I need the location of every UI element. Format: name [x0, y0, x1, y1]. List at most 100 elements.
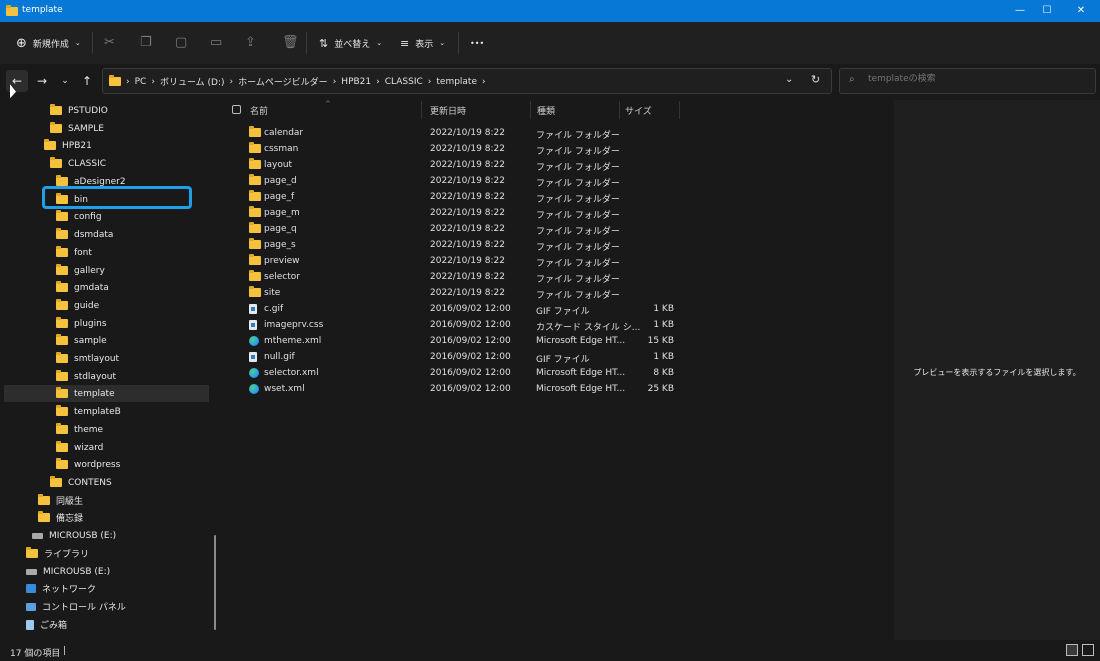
nav-item[interactable]: コントロール パネル	[26, 598, 126, 615]
sort-button[interactable]: ⇅ 並べ替え ⌄	[319, 22, 382, 64]
nav-item-template-selected[interactable]: template	[4, 385, 209, 402]
nav-item[interactable]: smtlayout	[56, 350, 119, 367]
file-row[interactable]: mtheme.xml 2016/09/02 12:00 Microsoft Edge…	[246, 333, 686, 349]
close-button[interactable]: ✕	[1066, 0, 1096, 22]
cut-icon[interactable]: ✂	[104, 35, 115, 50]
breadcrumb-item[interactable]: template	[436, 77, 477, 87]
column-header-name[interactable]: 名前	[250, 104, 268, 118]
nav-item[interactable]: MICROUSB (E:)	[26, 563, 110, 580]
column-divider[interactable]	[679, 101, 680, 119]
file-row[interactable]: c.gif 2016/09/02 12:00 GIF ファイル 1 KB	[246, 301, 686, 317]
file-size: 15 KB	[647, 336, 674, 346]
breadcrumb-item[interactable]: HPB21	[341, 77, 371, 87]
paste-icon[interactable]: ▢	[175, 35, 187, 50]
more-options-button[interactable]: •••	[470, 22, 484, 64]
nav-item[interactable]: gallery	[56, 262, 105, 279]
address-dropdown-icon[interactable]: ⌄	[785, 74, 793, 85]
file-row[interactable]: page_m 2022/10/19 8:22 ファイル フォルダー	[246, 205, 686, 221]
nav-item[interactable]: CONTENS	[50, 474, 112, 491]
nav-item[interactable]: guide	[56, 297, 99, 314]
column-header-size[interactable]: サイズ	[625, 104, 652, 118]
nav-item[interactable]: gmdata	[56, 279, 109, 296]
nav-item-label: aDesigner2	[74, 176, 126, 187]
breadcrumb-item[interactable]: PC	[135, 77, 147, 87]
breadcrumb-item[interactable]: ホームページビルダー	[238, 75, 328, 88]
nav-item-label: font	[74, 247, 92, 258]
folder-icon	[50, 157, 62, 168]
view-button[interactable]: ≡ 表示 ⌄	[400, 22, 445, 64]
nav-item[interactable]: 備忘録	[38, 509, 83, 526]
column-divider[interactable]	[530, 101, 531, 119]
file-row[interactable]: selector.xml 2016/09/02 12:00 Microsoft Ed…	[246, 365, 686, 381]
address-bar[interactable]: › PC › ボリューム (D:) › ホームページビルダー › HPB21 ›…	[102, 68, 832, 94]
refresh-icon[interactable]: ↻	[811, 73, 820, 86]
nav-item[interactable]: SAMPLE	[50, 120, 104, 137]
folder-icon	[56, 228, 68, 239]
file-row[interactable]: cssman 2022/10/19 8:22 ファイル フォルダー	[246, 141, 686, 157]
column-divider[interactable]	[619, 101, 620, 119]
navigation-scrollbar[interactable]	[214, 535, 216, 630]
nav-item[interactable]: ネットワーク	[26, 580, 96, 597]
folder-icon	[249, 174, 261, 188]
nav-item-label: config	[74, 211, 102, 222]
file-type: ファイル フォルダー	[536, 147, 620, 157]
drive-icon	[26, 568, 37, 575]
file-row[interactable]: page_f 2022/10/19 8:22 ファイル フォルダー	[246, 189, 686, 205]
file-row[interactable]: page_s 2022/10/19 8:22 ファイル フォルダー	[246, 237, 686, 253]
breadcrumb-item[interactable]: ボリューム (D:)	[160, 75, 225, 88]
delete-icon[interactable]: 🗑	[282, 35, 299, 50]
maximize-button[interactable]: ☐	[1032, 0, 1062, 22]
file-row[interactable]: layout 2022/10/19 8:22 ファイル フォルダー	[246, 157, 686, 173]
nav-item[interactable]: stdlayout	[56, 368, 116, 385]
plus-circle-icon: ⊕	[16, 35, 27, 51]
column-header-type[interactable]: 種類	[537, 104, 555, 118]
file-row[interactable]: wset.xml 2016/09/02 12:00 Microsoft Edge H…	[246, 381, 686, 397]
nav-item-label: ごみ箱	[40, 621, 68, 631]
nav-item[interactable]: ごみ箱	[26, 616, 67, 633]
nav-item[interactable]: config	[56, 208, 102, 225]
nav-item[interactable]: dsmdata	[56, 226, 113, 243]
nav-item[interactable]: plugins	[56, 315, 107, 332]
file-row[interactable]: null.gif 2016/09/02 12:00 GIF ファイル 1 KB	[246, 349, 686, 365]
search-input[interactable]	[866, 73, 1090, 85]
nav-item[interactable]: MICROUSB (E:)	[32, 527, 116, 544]
rename-icon[interactable]: ▭	[210, 35, 222, 50]
chevron-right-icon: ›	[482, 76, 486, 87]
file-row[interactable]: calendar 2022/10/19 8:22 ファイル フォルダー	[246, 125, 686, 141]
new-button[interactable]: ⊕ 新規作成 ⌄	[16, 22, 81, 64]
forward-button[interactable]: →	[31, 70, 53, 92]
nav-item[interactable]: theme	[56, 421, 103, 438]
folder-icon	[56, 175, 68, 186]
file-row[interactable]: preview 2022/10/19 8:22 ファイル フォルダー	[246, 253, 686, 269]
file-row[interactable]: imageprv.css 2016/09/02 12:00 カスケード スタイル シ…	[246, 317, 686, 333]
column-divider[interactable]	[421, 101, 422, 119]
large-icons-view-button[interactable]	[1082, 644, 1094, 656]
nav-item[interactable]: ライブラリ	[26, 545, 89, 562]
details-view-button[interactable]	[1066, 644, 1078, 656]
minimize-button[interactable]: —	[1005, 0, 1035, 22]
nav-item[interactable]: font	[56, 244, 92, 261]
column-header-date[interactable]: 更新日時	[430, 104, 466, 118]
nav-item[interactable]: HPB21	[44, 137, 92, 154]
copy-icon[interactable]: ❐	[140, 35, 152, 50]
file-name: page_d	[264, 176, 297, 186]
file-row[interactable]: page_d 2022/10/19 8:22 ファイル フォルダー	[246, 173, 686, 189]
nav-item[interactable]: 同級生	[38, 492, 83, 509]
nav-item[interactable]: sample	[56, 332, 107, 349]
up-button[interactable]: ↑	[76, 70, 98, 92]
search-box[interactable]: ⌕	[839, 68, 1096, 94]
file-row[interactable]: selector 2022/10/19 8:22 ファイル フォルダー	[246, 269, 686, 285]
nav-item[interactable]: wizard	[56, 439, 103, 456]
breadcrumb-item[interactable]: CLASSIC	[385, 77, 423, 87]
recent-dropdown-button[interactable]: ⌄	[54, 70, 76, 92]
nav-item[interactable]: wordpress	[56, 456, 120, 473]
nav-item[interactable]: PSTUDIO	[50, 102, 108, 119]
nav-item[interactable]: templateB	[56, 403, 121, 420]
file-row[interactable]: page_q 2022/10/19 8:22 ファイル フォルダー	[246, 221, 686, 237]
nav-item[interactable]: CLASSIC	[50, 155, 106, 172]
select-all-checkbox[interactable]	[232, 105, 241, 114]
chevron-right-icon: ›	[427, 76, 432, 87]
file-row[interactable]: site 2022/10/19 8:22 ファイル フォルダー	[246, 285, 686, 301]
folder-icon	[56, 264, 68, 275]
share-icon[interactable]: ⇪	[245, 35, 256, 50]
